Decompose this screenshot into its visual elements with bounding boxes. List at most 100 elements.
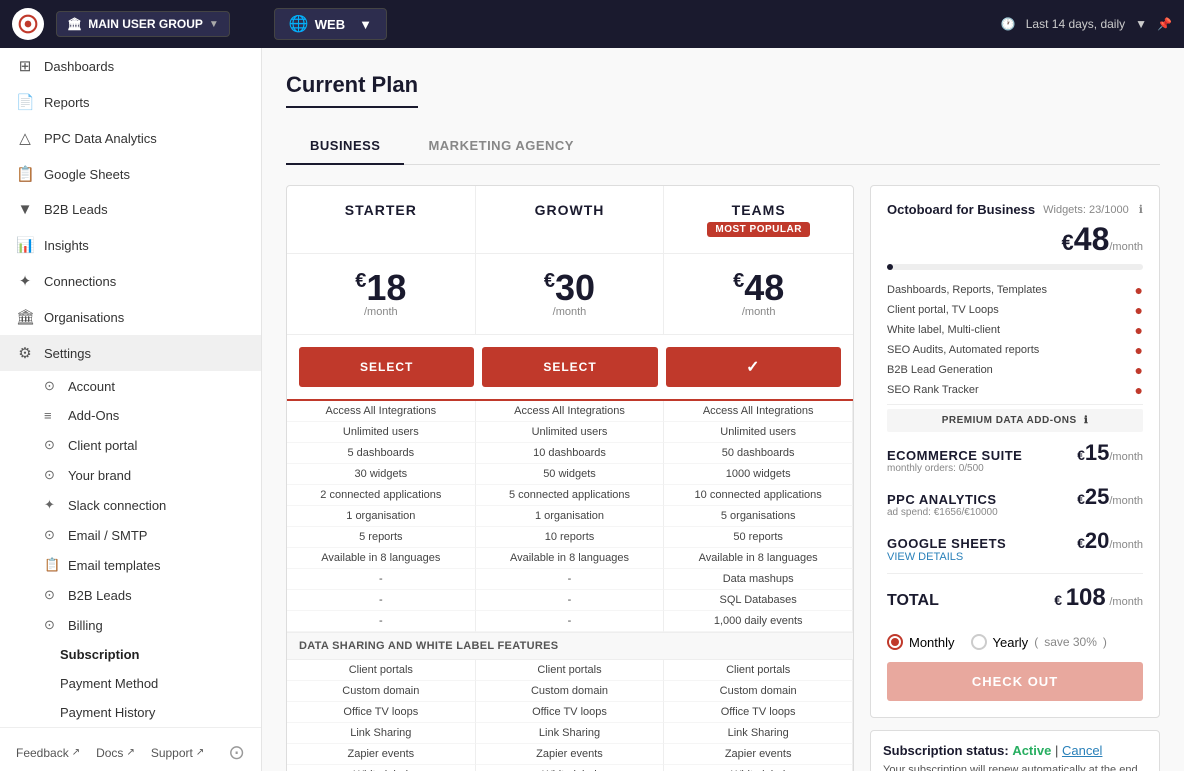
feat-growth-0: Access All Integrations (476, 401, 665, 422)
web-selector[interactable]: 🌐 WEB ▼ (274, 8, 387, 40)
checkout-button[interactable]: CHECK OUT (887, 662, 1143, 701)
chevron-down-icon: ▼ (209, 19, 219, 30)
ds-starter-0: Client portals (287, 660, 476, 681)
current-plan-card: Octoboard for Business Widgets: 23/1000 … (870, 185, 1160, 718)
check-icon-3: ● (1135, 342, 1143, 358)
feature-row-2: White label, Multi-client ● (887, 320, 1143, 340)
octoboard-title: Octoboard for Business (887, 202, 1035, 217)
billing-sub-subscription[interactable]: Subscription (60, 640, 261, 669)
user-group-selector[interactable]: 🏛 MAIN USER GROUP ▼ (56, 11, 230, 37)
ds-teams-4: Zapier events (664, 744, 853, 765)
pin-icon: 📌 (1157, 17, 1172, 31)
billing-sub-payment-method[interactable]: Payment Method (60, 669, 261, 698)
subscription-status-box: Subscription status: Active | Cancel You… (870, 730, 1160, 771)
sidebar-sub-billing[interactable]: ⊙ Billing (44, 610, 261, 640)
feat-teams-5: 5 organisations (664, 506, 853, 527)
select-buttons-row: SELECT SELECT ✓ (287, 335, 853, 401)
organisations-icon: 🏛 (16, 308, 34, 326)
feat-teams-6: 50 reports (664, 527, 853, 548)
external-link-icon-docs: ↗ (126, 747, 134, 758)
cancel-link[interactable]: Cancel (1062, 743, 1102, 758)
support-link[interactable]: Support ↗ (151, 740, 204, 765)
feat-teams-10: 1,000 daily events (664, 611, 853, 632)
feat-growth-6: 10 reports (476, 527, 665, 548)
starter-select-btn[interactable]: SELECT (299, 347, 474, 387)
globe-icon: 🌐 (289, 14, 309, 34)
docs-link[interactable]: Docs ↗ (96, 740, 135, 765)
sidebar-item-google-sheets[interactable]: 📋 Google Sheets (0, 156, 261, 192)
addon-ppc: PPC ANALYTICS ad spend: €1656/€10000 € 2… (887, 484, 1143, 518)
feat-teams-3: 1000 widgets (664, 464, 853, 485)
sidebar-item-b2b[interactable]: ▼ B2B Leads (0, 192, 261, 227)
ds-teams-1: Custom domain (664, 681, 853, 702)
connections-icon: ✦ (16, 272, 34, 290)
sidebar-item-connections[interactable]: ✦ Connections (0, 263, 261, 299)
feat-starter-2: 5 dashboards (287, 443, 476, 464)
logo (12, 8, 44, 40)
collapse-sidebar-icon[interactable]: ⊙ (228, 740, 245, 765)
monthly-radio[interactable] (887, 634, 903, 650)
sidebar-sub-brand[interactable]: ⊙ Your brand (44, 460, 261, 490)
teams-price: €48 /month (664, 254, 853, 334)
sidebar-item-ppc[interactable]: △ PPC Data Analytics (0, 120, 261, 156)
addons-section-title: PREMIUM DATA ADD-ONS ℹ (887, 409, 1143, 432)
sidebar-item-insights[interactable]: 📊 Insights (0, 227, 261, 263)
email-templates-icon: 📋 (44, 557, 60, 573)
addons-icon: ≡ (44, 408, 60, 423)
sidebar-sub-slack[interactable]: ✦ Slack connection (44, 490, 261, 520)
ds-starter-3: Link Sharing (287, 723, 476, 744)
growth-header: GROWTH (476, 186, 665, 253)
sidebar-sub-addons[interactable]: ≡ Add-Ons (44, 401, 261, 430)
billing-submenu: Subscription Payment Method Payment Hist… (44, 640, 261, 727)
settings-submenu: ⊙ Account ≡ Add-Ons ⊙ Client portal ⊙ Yo… (0, 371, 261, 727)
sidebar-sub-email-templates[interactable]: 📋 Email templates (44, 550, 261, 580)
total-row: TOTAL € 108 /month (887, 573, 1143, 622)
tab-marketing-agency[interactable]: MARKETING AGENCY (404, 128, 597, 165)
feat-starter-6: 5 reports (287, 527, 476, 548)
insights-icon: 📊 (16, 236, 34, 254)
feat-teams-1: Unlimited users (664, 422, 853, 443)
starter-header: STARTER (287, 186, 476, 253)
sidebar-item-organisations[interactable]: 🏛 Organisations (0, 299, 261, 335)
feat-growth-5: 1 organisation (476, 506, 665, 527)
sidebar-item-reports[interactable]: 📄 Reports (0, 84, 261, 120)
chevron-down-icon-date: ▼ (1135, 17, 1147, 31)
status-title-row: Subscription status: Active | Cancel (883, 743, 1147, 758)
sidebar: ⊞ Dashboards 📄 Reports △ PPC Data Analyt… (0, 48, 262, 771)
sidebar-item-dashboards[interactable]: ⊞ Dashboards (0, 48, 261, 84)
yearly-radio[interactable] (971, 634, 987, 650)
external-link-icon-support: ↗ (196, 747, 204, 758)
ds-teams-3: Link Sharing (664, 723, 853, 744)
feature-row-0: Dashboards, Reports, Templates ● (887, 280, 1143, 300)
ds-teams-2: Office TV loops (664, 702, 853, 723)
radio-dot-monthly (891, 638, 899, 646)
feat-teams-2: 50 dashboards (664, 443, 853, 464)
growth-select-btn[interactable]: SELECT (482, 347, 657, 387)
teams-select-btn[interactable]: ✓ (666, 347, 841, 387)
view-details-link[interactable]: VIEW DETAILS (887, 551, 1006, 563)
ds-starter-5: White label (287, 765, 476, 771)
feedback-link[interactable]: Feedback ↗ (16, 740, 80, 765)
plan-tabs: BUSINESS MARKETING AGENCY (286, 128, 1160, 165)
sidebar-sub-account[interactable]: ⊙ Account (44, 371, 261, 401)
feat-starter-7: Available in 8 languages (287, 548, 476, 569)
feat-growth-1: Unlimited users (476, 422, 665, 443)
tab-business[interactable]: BUSINESS (286, 128, 404, 165)
yearly-option[interactable]: Yearly ( save 30% ) (971, 634, 1107, 650)
check-icon-2: ● (1135, 322, 1143, 338)
google-sheets-icon: 📋 (16, 165, 34, 183)
sidebar-item-settings[interactable]: ⚙ Settings (0, 335, 261, 371)
separator-1 (887, 404, 1143, 405)
feature-row-5: SEO Rank Tracker ● (887, 380, 1143, 400)
price-row: €18 /month €30 /month €48 /month (287, 254, 853, 335)
sidebar-sub-b2b-leads[interactable]: ⊙ B2B Leads (44, 580, 261, 610)
settings-icon: ⚙ (16, 344, 34, 362)
email-smtp-icon: ⊙ (44, 527, 60, 543)
billing-sub-payment-history[interactable]: Payment History (60, 698, 261, 727)
sidebar-sub-email-smtp[interactable]: ⊙ Email / SMTP (44, 520, 261, 550)
ds-starter-4: Zapier events (287, 744, 476, 765)
ds-teams-5: White label (664, 765, 853, 771)
sidebar-sub-client-portal[interactable]: ⊙ Client portal (44, 430, 261, 460)
feat-growth-3: 50 widgets (476, 464, 665, 485)
monthly-option[interactable]: Monthly (887, 634, 955, 650)
